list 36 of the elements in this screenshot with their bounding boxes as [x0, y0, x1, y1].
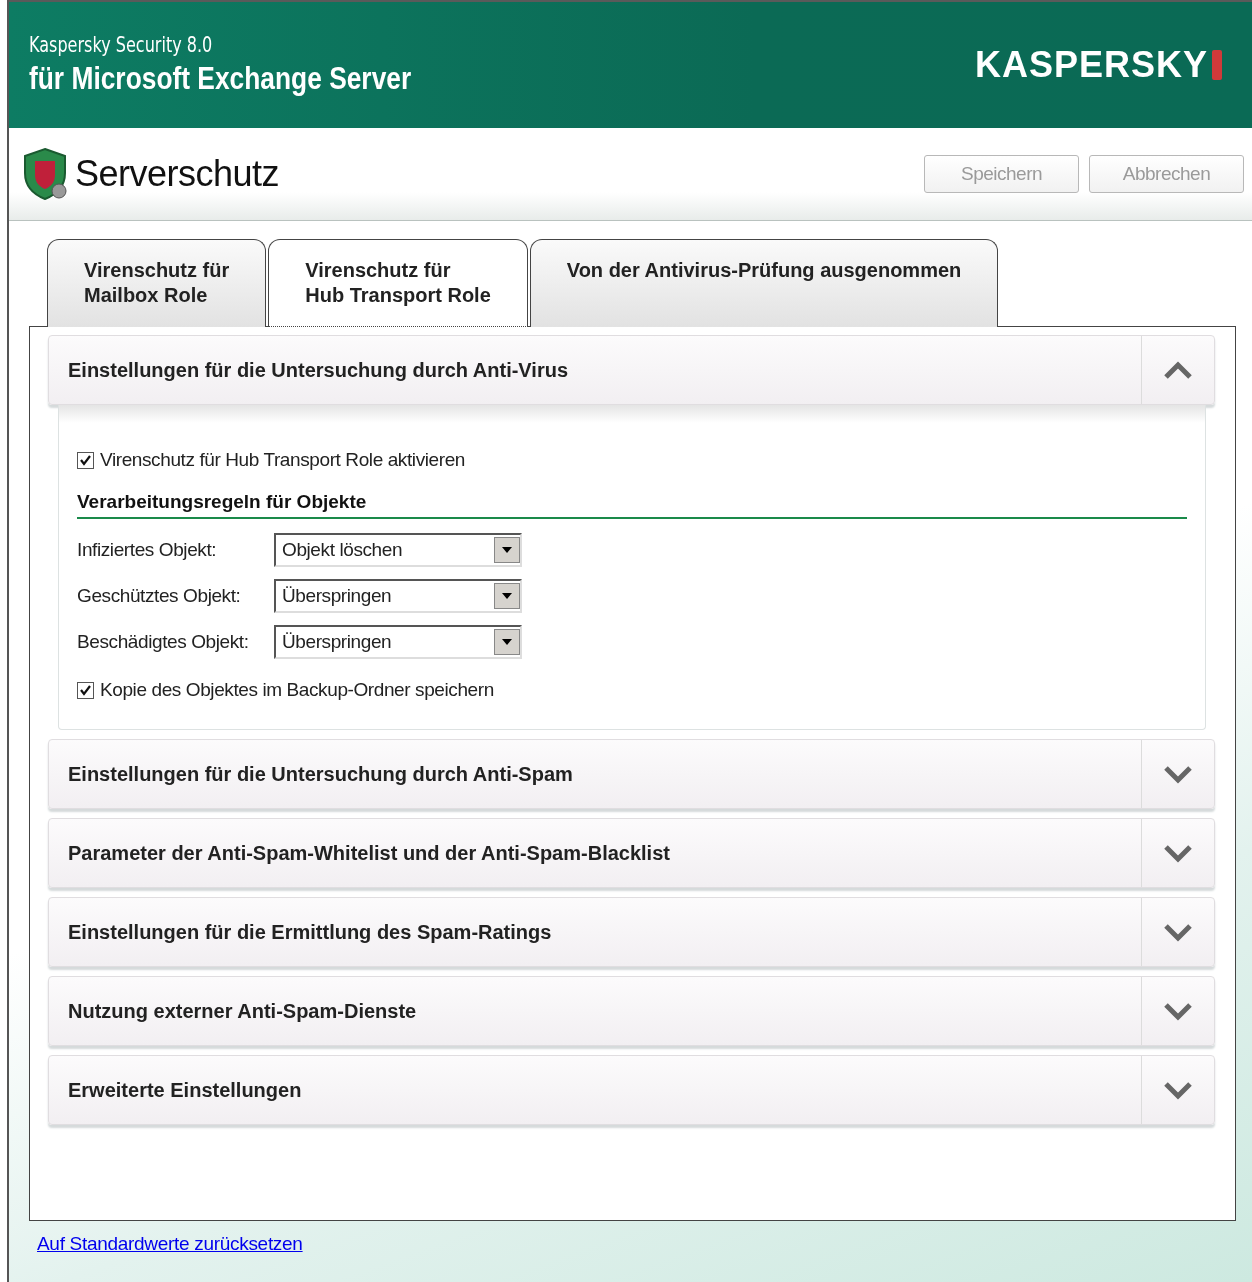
logo: KASPERSKY [974, 44, 1208, 86]
reset-link[interactable]: Auf Standardwerte zurücksetzen [37, 1233, 303, 1255]
section-header[interactable]: Nutzung externer Anti-Spam-Dienste [48, 976, 1215, 1046]
chevron-down-icon [1163, 1080, 1193, 1100]
checkbox-label: Virenschutz für Hub Transport Role aktivieren [100, 449, 465, 471]
chevron-down-icon [1163, 922, 1193, 942]
dropdown[interactable]: Überspringen [274, 579, 522, 613]
dropdown-arrow-icon [502, 593, 512, 599]
chevron-up-icon [1163, 360, 1193, 380]
dropdown[interactable]: Objekt löschen [274, 533, 522, 567]
tab[interactable]: Von der Antivirus-Prüfung ausgenommen [529, 239, 999, 327]
dropdown[interactable]: Überspringen [274, 625, 522, 659]
dropdown-arrow-icon [502, 639, 512, 645]
chevron-down-icon [1163, 1001, 1193, 1021]
field-label: Beschädigtes Objekt: [77, 631, 250, 653]
chevron-down-icon [1163, 843, 1193, 863]
shield-icon [21, 147, 69, 201]
dropdown-arrow-icon [502, 547, 512, 553]
group-title: Verarbeitungsregeln für Objekte [77, 491, 1187, 519]
checkbox[interactable] [77, 451, 94, 469]
field-label: Infiziertes Objekt: [77, 539, 218, 561]
tab[interactable]: Virenschutz für Hub Transport Role [268, 239, 528, 327]
product-line: Kaspersky Security 8.0 [29, 33, 214, 57]
logo-mark-icon [1212, 50, 1222, 80]
checkbox[interactable] [77, 681, 94, 699]
section-header[interactable]: Einstellungen für die Ermittlung des Spam-Ratings [48, 897, 1215, 967]
field-label: Geschütztes Objekt: [77, 585, 242, 607]
page-title: Serverschutz [75, 153, 280, 195]
chevron-down-icon [1163, 764, 1193, 784]
section-header[interactable]: Erweiterte Einstellungen [48, 1055, 1215, 1125]
tab[interactable]: Virenschutz für Mailbox Role [47, 239, 267, 327]
checkbox-label: Kopie des Objektes im Backup-Ordner speichern [100, 679, 494, 701]
section-header[interactable]: Einstellungen für die Untersuchung durch Anti-Virus [48, 335, 1215, 405]
section-header[interactable]: Einstellungen für die Untersuchung durch Anti-Spam [48, 739, 1215, 809]
section-header[interactable]: Parameter der Anti-Spam-Whitelist und der Anti-Spam-Blacklist [48, 818, 1215, 888]
product-name: für Microsoft Exchange Server [29, 61, 412, 97]
